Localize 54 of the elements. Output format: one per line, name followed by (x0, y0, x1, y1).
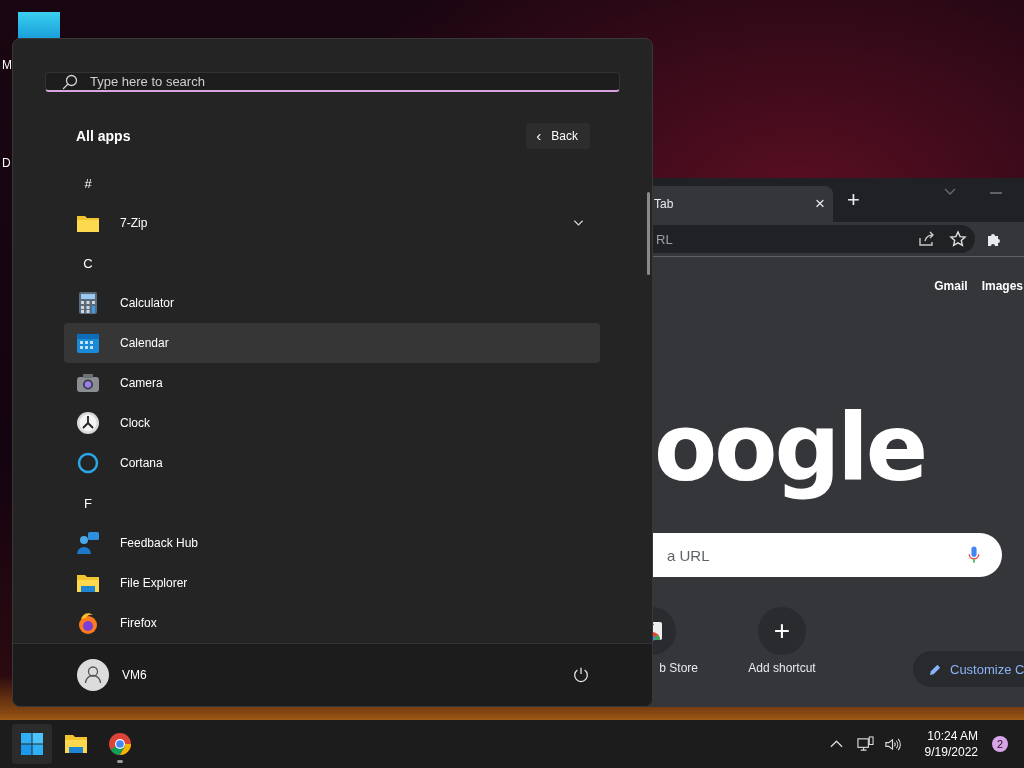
app-list-item[interactable]: Camera (64, 363, 600, 403)
start-button[interactable] (12, 724, 52, 764)
tab-title: Tab (654, 197, 674, 211)
app-list-item[interactable]: 7-Zip (64, 203, 600, 243)
notification-badge[interactable]: 2 (992, 736, 1008, 752)
group-letter[interactable]: # (64, 175, 112, 191)
app-list-item[interactable]: Calculator (64, 283, 600, 323)
app-list-item[interactable]: Firefox (64, 603, 600, 643)
shortcut-tile[interactable]: + (758, 607, 806, 655)
search-field[interactable]: Type here to search (45, 72, 620, 92)
group-letter[interactable]: C (64, 255, 112, 271)
all-apps-heading: All apps (76, 128, 131, 144)
minimize-icon[interactable] (989, 192, 1002, 194)
customize-button[interactable]: Customize C (913, 651, 1024, 687)
calendar-icon (76, 331, 100, 355)
logo-text: oogle (654, 399, 927, 499)
avatar-icon (77, 659, 109, 691)
close-tab-button[interactable]: × (807, 194, 833, 214)
firefox-icon (76, 611, 100, 635)
pencil-icon (929, 662, 942, 676)
app-list-item[interactable]: Cortana (64, 443, 600, 483)
header-link[interactable]: Gmail (934, 279, 968, 293)
shortcut-label: Add shortcut (748, 661, 816, 675)
app-list-item[interactable]: File Explorer (64, 563, 600, 603)
scrollbar[interactable] (647, 192, 650, 275)
app-list-item[interactable]: Clock (64, 403, 600, 443)
star-icon[interactable] (949, 230, 967, 248)
windows-logo-icon (20, 732, 44, 756)
network-icon[interactable] (856, 735, 874, 753)
chrome-icon (108, 732, 132, 756)
plus-symbol: + (773, 617, 791, 645)
desktop-icon-label: D (2, 156, 11, 170)
microphone-icon[interactable] (968, 545, 980, 565)
shortcut-label: b Store (659, 661, 698, 675)
search-icon (62, 73, 78, 90)
running-indicator (117, 760, 123, 763)
share-icon[interactable] (917, 230, 935, 248)
folder-icon (64, 732, 88, 756)
back-button[interactable]: ‹ Back (526, 123, 590, 149)
calculator-icon (76, 291, 100, 315)
app-list-item[interactable]: Calendar (64, 323, 600, 363)
clock-icon (76, 411, 100, 435)
user-button[interactable]: VM6 (77, 659, 147, 691)
app-list-item[interactable]: Feedback Hub (64, 523, 600, 563)
desktop-icon-label: M (2, 58, 12, 72)
new-tab-button[interactable]: + (843, 187, 864, 213)
camera-icon (76, 371, 100, 395)
header-link[interactable]: Images (981, 279, 1023, 293)
clock[interactable]: 10:24 AM 9/19/2022 (924, 728, 978, 760)
chevron-up-icon[interactable] (829, 740, 843, 748)
people-icon (76, 531, 100, 555)
power-icon[interactable] (572, 666, 590, 684)
group-letter[interactable]: F (64, 495, 112, 511)
ring-icon (76, 451, 100, 475)
